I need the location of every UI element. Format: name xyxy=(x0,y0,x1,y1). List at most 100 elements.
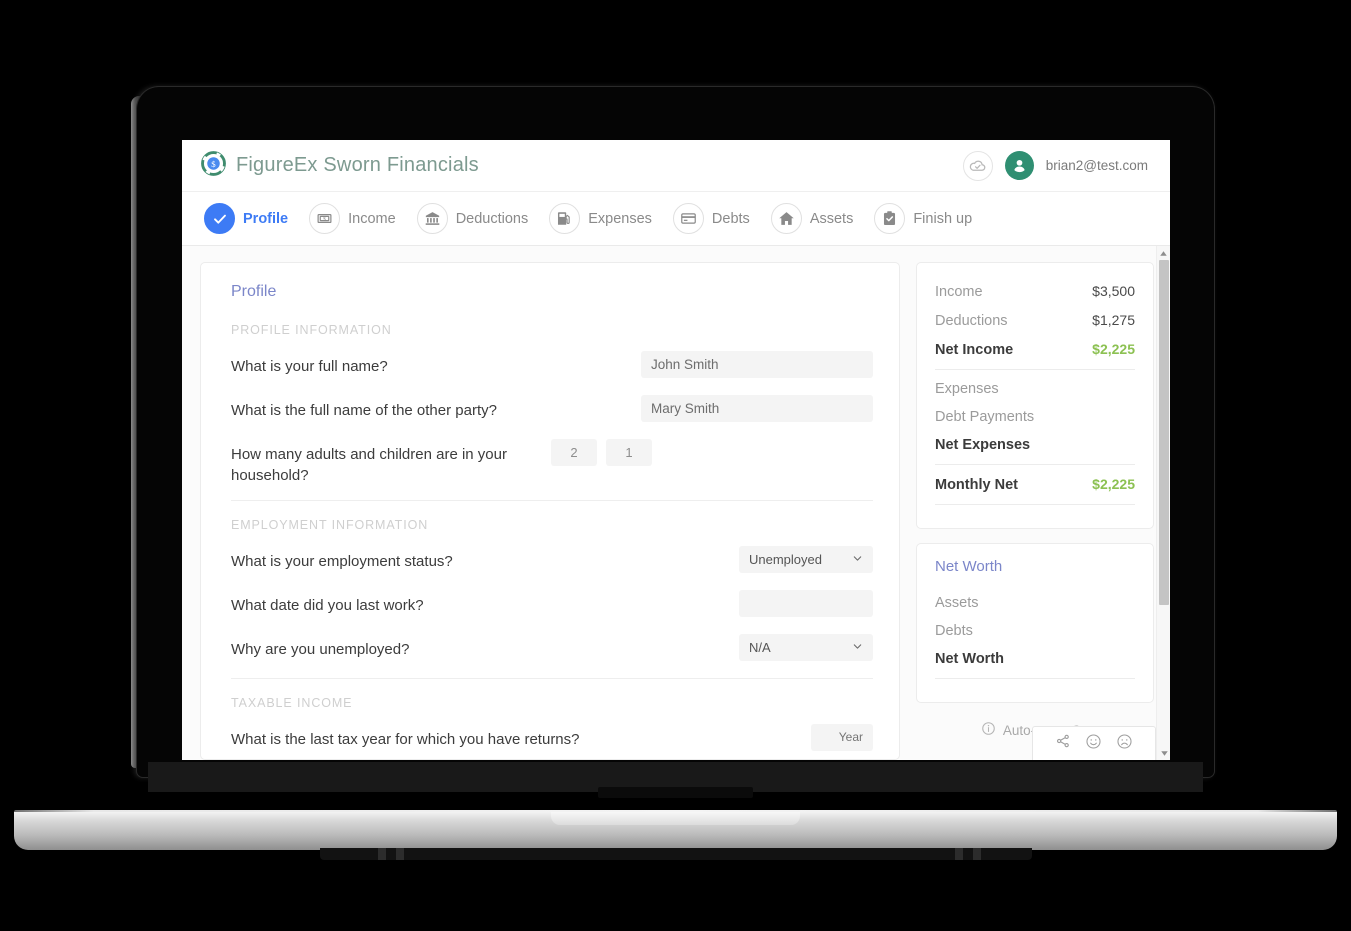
tab-deductions[interactable]: Deductions xyxy=(413,199,539,238)
summary-value-monthly-net: $2,225 xyxy=(1092,476,1135,492)
form-row-employment-status: What is your employment status? Unemploy… xyxy=(231,545,873,577)
summary-label-expenses: Expenses xyxy=(935,381,999,397)
question-unemployment-reason: Why are you unemployed? xyxy=(231,640,410,658)
page-scrollbar[interactable] xyxy=(1156,246,1170,760)
user-avatar-icon[interactable] xyxy=(1004,151,1034,180)
app-body: Profile PROFILE INFORMATION What is your… xyxy=(182,246,1170,760)
screenshot-stage: $ FigureEx Sworn Financials brian2@test.… xyxy=(0,0,1351,931)
header-right-controls: brian2@test.com xyxy=(962,150,1148,181)
tab-finish-up[interactable]: Finish up xyxy=(870,199,982,238)
tab-finish-up-label: Finish up xyxy=(913,210,973,227)
summary-label-income: Income xyxy=(935,284,983,300)
happy-face-icon[interactable] xyxy=(1085,733,1102,755)
tab-profile-label: Profile xyxy=(243,210,289,227)
laptop-hinge-notch xyxy=(598,787,753,798)
summary-divider-3 xyxy=(935,504,1135,505)
summary-row-monthly-net: Monthly Net $2,225 xyxy=(935,470,1135,499)
form-row-last-tax-year: What is the last tax year for which you … xyxy=(231,723,873,755)
progress-nav-tabs: Profile $ Income Deductions Expenses Deb… xyxy=(182,192,1170,246)
laptop-foot-right xyxy=(955,848,963,860)
cloud-check-icon[interactable] xyxy=(962,150,993,181)
clipboard-check-icon xyxy=(874,203,906,234)
svg-text:$: $ xyxy=(211,159,216,169)
page-title: Profile xyxy=(231,283,277,300)
section-label-profile-information: PROFILE INFORMATION xyxy=(231,323,392,337)
tab-expenses[interactable]: Expenses xyxy=(545,199,662,238)
chevron-down-icon xyxy=(852,640,863,655)
sad-face-icon[interactable] xyxy=(1116,733,1133,755)
check-circle-icon xyxy=(204,203,235,234)
unemployment-reason-select[interactable]: N/A xyxy=(739,633,873,661)
question-last-work-date: What date did you last work? xyxy=(231,596,424,614)
question-household-count: How many adults and children are in your… xyxy=(231,446,507,485)
question-employment-status: What is your employment status? xyxy=(231,552,453,570)
right-rail: Income $3,500 Deductions $1,275 Net Inco… xyxy=(916,262,1154,760)
other-party-name-input[interactable] xyxy=(641,395,873,422)
summary-row-debt-payments: Debt Payments xyxy=(935,403,1135,431)
net-worth-panel-title: Net Worth xyxy=(935,558,1003,575)
laptop-base-notch xyxy=(551,812,800,825)
control-last-tax-year xyxy=(811,723,873,751)
networth-row-assets: Assets xyxy=(935,589,1135,617)
gas-pump-icon xyxy=(549,203,581,234)
networth-row-debts: Debts xyxy=(935,617,1135,645)
household-adults-input[interactable] xyxy=(551,439,597,466)
tab-deductions-label: Deductions xyxy=(455,210,529,227)
scrollbar-thumb[interactable] xyxy=(1159,260,1169,605)
summary-row-income: Income $3,500 xyxy=(935,277,1135,306)
monthly-summary-panel: Income $3,500 Deductions $1,275 Net Inco… xyxy=(916,262,1154,529)
tab-expenses-label: Expenses xyxy=(588,210,652,227)
question-other-party-name: What is the full name of the other party… xyxy=(231,402,497,419)
full-name-input[interactable] xyxy=(641,351,873,378)
summary-row-expenses: Expenses xyxy=(935,375,1135,403)
laptop-foot-left-2 xyxy=(396,848,404,860)
user-email-label[interactable]: brian2@test.com xyxy=(1046,158,1148,173)
tab-assets[interactable]: Assets xyxy=(767,199,864,238)
control-unemployment-reason: N/A xyxy=(739,633,873,661)
share-icon[interactable] xyxy=(1055,733,1071,754)
tab-debts-label: Debts xyxy=(711,210,750,227)
form-row-unemployment-reason: Why are you unemployed? N/A xyxy=(231,633,873,665)
networth-divider xyxy=(935,678,1135,679)
summary-row-deductions: Deductions $1,275 xyxy=(935,306,1135,335)
figureex-dollar-logo-icon: $ xyxy=(200,150,227,182)
control-other-party-name xyxy=(641,395,873,422)
section-divider-2 xyxy=(231,677,873,679)
control-employment-status: Unemployed xyxy=(739,545,873,573)
household-children-input[interactable] xyxy=(606,439,652,466)
employment-status-select[interactable]: Unemployed xyxy=(739,545,873,573)
tab-profile[interactable]: Profile xyxy=(200,199,298,238)
form-row-last-work-date: What date did you last work? xyxy=(231,589,873,621)
summary-label-debt-payments: Debt Payments xyxy=(935,409,1035,425)
credit-card-icon xyxy=(672,203,704,234)
summary-row-net-income: Net Income $2,225 xyxy=(935,335,1135,364)
tab-debts[interactable]: Debts xyxy=(669,199,760,238)
net-worth-panel: Net Worth Assets Debts Net Worth xyxy=(916,543,1154,703)
feedback-widget[interactable] xyxy=(1032,726,1156,760)
brand[interactable]: $ FigureEx Sworn Financials xyxy=(200,150,479,182)
control-full-name xyxy=(641,351,873,378)
summary-value-deductions: $1,275 xyxy=(1092,312,1135,328)
last-work-date-input[interactable] xyxy=(739,589,873,617)
form-row-household: How many adults and children are in your… xyxy=(231,439,873,487)
app-header: $ FigureEx Sworn Financials brian2@test.… xyxy=(182,140,1170,192)
summary-value-net-income: $2,225 xyxy=(1092,341,1135,357)
summary-label-deductions: Deductions xyxy=(935,313,1008,329)
scroll-up-arrow-icon[interactable] xyxy=(1157,246,1170,260)
networth-row-net-worth: Net Worth xyxy=(935,645,1135,673)
laptop-foot-right-2 xyxy=(973,848,981,860)
profile-form-card: Profile PROFILE INFORMATION What is your… xyxy=(200,262,900,760)
svg-text:$: $ xyxy=(323,216,326,223)
chevron-down-icon xyxy=(852,552,863,567)
laptop-screen: $ FigureEx Sworn Financials brian2@test.… xyxy=(182,140,1170,760)
summary-value-income: $3,500 xyxy=(1092,283,1135,299)
brand-title: FigureEx Sworn Financials xyxy=(236,154,479,176)
unemployment-reason-value: N/A xyxy=(749,639,771,655)
summary-label-net-income: Net Income xyxy=(935,342,1014,358)
scroll-down-arrow-icon[interactable] xyxy=(1157,746,1170,760)
laptop-foot-left xyxy=(378,848,386,860)
question-last-tax-year: What is the last tax year for which you … xyxy=(231,730,580,748)
summary-divider-2 xyxy=(935,464,1135,465)
tab-income[interactable]: $ Income xyxy=(305,199,406,238)
last-tax-year-input[interactable] xyxy=(811,723,873,751)
